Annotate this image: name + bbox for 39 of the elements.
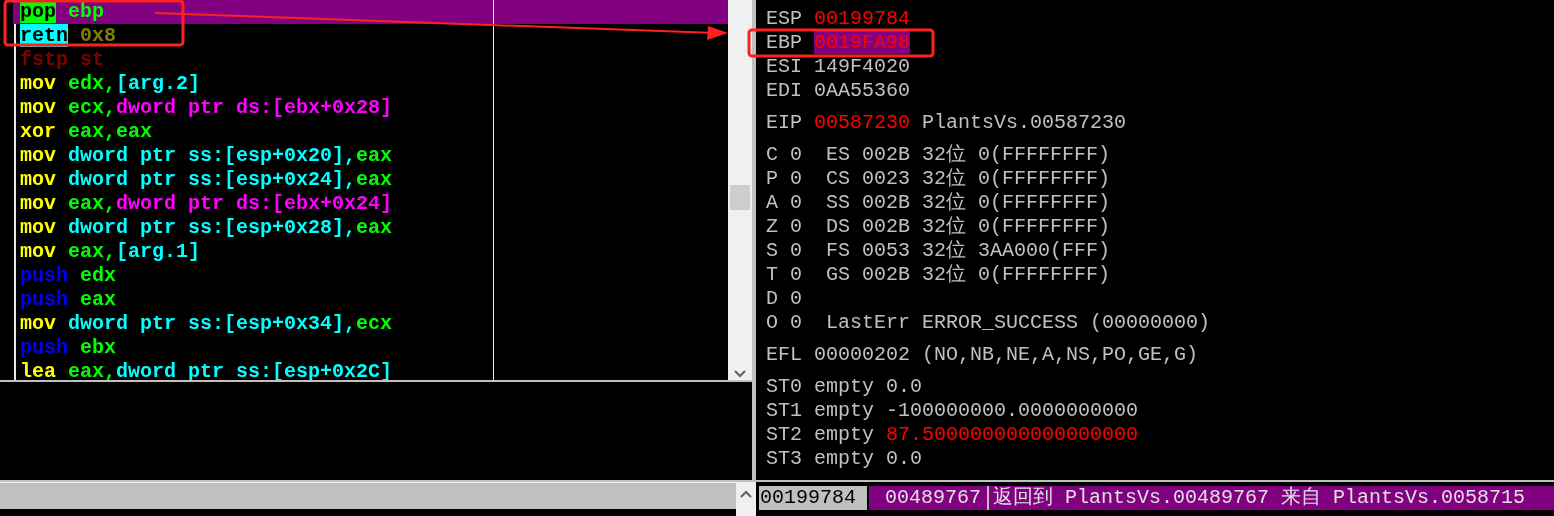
register-line: ESP 00199784	[766, 7, 911, 31]
stack-value: 00489767	[869, 486, 987, 510]
register-line: EFL 00000202 (NO,NB,NE,A,NS,PO,GE,G)	[766, 343, 1199, 367]
register-line: Z 0 DS 002B 32位 0(FFFFFFFF)	[766, 215, 1111, 239]
stack-comment: 返回到 PlantsVs.00489767 来自 PlantsVs.0058715	[989, 486, 1554, 510]
register-line: ST3 empty 0.0	[766, 447, 923, 471]
disassembly-line[interactable]: xor eax,eax	[13, 120, 493, 144]
scrollbar[interactable]	[728, 0, 752, 380]
disassembly-line[interactable]: mov dword ptr ss:[esp+0x34],ecx	[13, 312, 493, 336]
disassembly-line[interactable]: push ebx	[13, 336, 493, 360]
stack-address: 00199784	[759, 486, 867, 510]
register-line: EBP 0019FA98	[766, 31, 911, 55]
disassembly-line[interactable]: push edx	[13, 264, 493, 288]
caret-up-icon[interactable]	[740, 490, 752, 498]
disassembly-line[interactable]: mov dword ptr ss:[esp+0x28],eax	[13, 216, 493, 240]
disassembly-line[interactable]: mov eax,[arg.1]	[13, 240, 493, 264]
register-line: ST1 empty -100000000.0000000000	[766, 399, 1139, 423]
register-line: O 0 LastErr ERROR_SUCCESS (00000000)	[766, 311, 1211, 335]
register-line: D 0	[766, 287, 802, 311]
disassembly-line[interactable]: mov dword ptr ss:[esp+0x20],eax	[13, 144, 493, 168]
register-line: C 0 ES 002B 32位 0(FFFFFFFF)	[766, 143, 1111, 167]
register-line: EDI 0AA55360	[766, 79, 911, 103]
disassembly-line[interactable]: push eax	[13, 288, 493, 312]
register-line: ESI 149F4020	[766, 55, 911, 79]
register-line: S 0 FS 0053 32位 3AA000(FFF)	[766, 239, 1111, 263]
register-line: P 0 CS 0023 32位 0(FFFFFFFF)	[766, 167, 1111, 191]
scroll-thumb[interactable]	[730, 185, 750, 210]
register-line: ST0 empty 0.0	[766, 375, 923, 399]
register-line: A 0 SS 002B 32位 0(FFFFFFFF)	[766, 191, 1111, 215]
register-line: T 0 GS 002B 32位 0(FFFFFFFF)	[766, 263, 1111, 287]
disassembly-line[interactable]: mov dword ptr ss:[esp+0x24],eax	[13, 168, 493, 192]
register-line: EIP 00587230 PlantsVs.00587230	[766, 111, 1127, 135]
disassembly-line[interactable]: mov eax,dword ptr ds:[ebx+0x24]	[13, 192, 493, 216]
scrollbar[interactable]	[0, 482, 736, 509]
disassembly-line[interactable]: mov edx,[arg.2]	[13, 72, 493, 96]
disassembly-line[interactable]: mov ecx,dword ptr ds:[ebx+0x28]	[13, 96, 493, 120]
register-line: ST2 empty 87.500000000000000000	[766, 423, 1139, 447]
caret-down-icon[interactable]	[734, 370, 746, 378]
disassembly-line[interactable]: retn 0x8	[13, 24, 493, 48]
